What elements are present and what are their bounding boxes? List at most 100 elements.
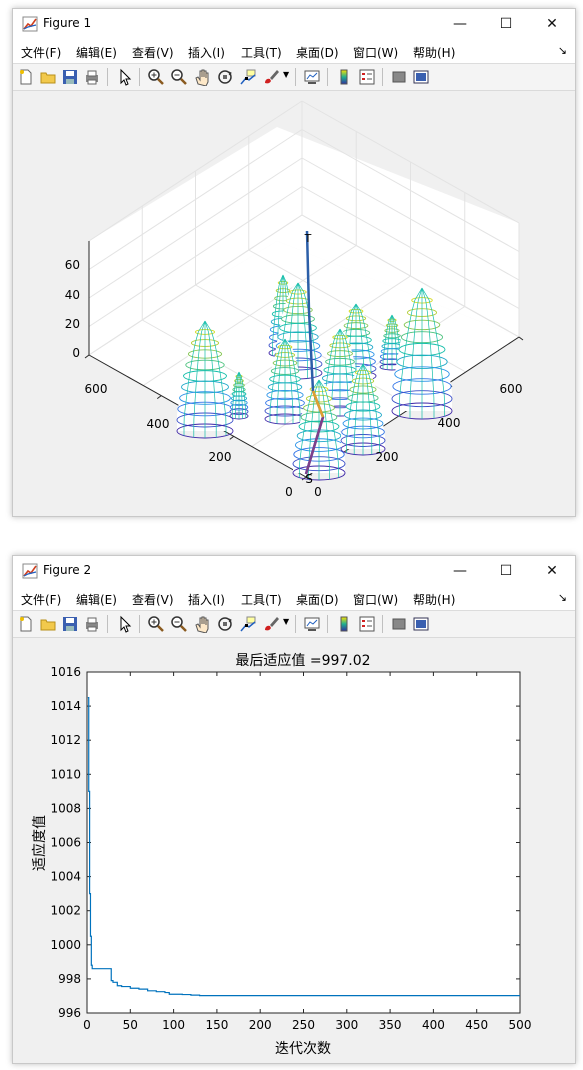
brush-icon[interactable] — [262, 615, 280, 633]
matlab-logo-icon — [22, 16, 38, 32]
menu-view[interactable]: 查看(V) — [132, 44, 174, 61]
close-button[interactable]: ✕ — [529, 9, 575, 39]
y-tick-label: 1010 — [50, 767, 81, 781]
line-chart[interactable]: 最后适应值 =997.02 迭代次数 适应度值 0 50 100 150 200 250 3… — [13, 638, 575, 1063]
toolbar-separator — [295, 615, 296, 633]
zoom-in-icon[interactable] — [147, 615, 165, 633]
open-file-icon[interactable] — [39, 68, 57, 86]
link-plot-icon[interactable] — [303, 68, 321, 86]
title-bar[interactable]: Figure 2 — ☐ ✕ — [13, 556, 575, 586]
hide-plot-tools-icon[interactable] — [390, 615, 408, 633]
toolbar-separator — [107, 68, 108, 86]
x-tick-label: 400 — [147, 417, 170, 431]
minimize-button[interactable]: — — [437, 556, 483, 586]
menu-window[interactable]: 窗口(W) — [353, 591, 398, 608]
x-tick-label: 100 — [162, 1018, 185, 1032]
y-tick-label: 1002 — [50, 904, 81, 918]
menu-bar: 文件(F) 编辑(E) 查看(V) 插入(I) 工具(T) 桌面(D) 窗口(W… — [13, 39, 575, 64]
pan-hand-icon[interactable] — [193, 68, 211, 86]
axis-line — [84, 354, 90, 359]
minimize-button[interactable]: — — [437, 9, 483, 39]
menu-file[interactable]: 文件(F) — [21, 591, 61, 608]
brush-dropdown-icon[interactable]: ▼ — [283, 617, 289, 626]
title-bar[interactable]: Figure 1 — ☐ ✕ — [13, 9, 575, 39]
axes-3d[interactable]: 60 40 20 0 600 400 200 0 0 200 400 600 S… — [13, 91, 575, 516]
menu-tools[interactable]: 工具(T) — [241, 44, 282, 61]
menu-file[interactable]: 文件(F) — [21, 44, 61, 61]
x-tick-label: 150 — [205, 1018, 228, 1032]
zoom-out-icon[interactable] — [170, 615, 188, 633]
y-tick-label: 200 — [376, 450, 399, 464]
print-icon[interactable] — [83, 68, 101, 86]
menu-desktop[interactable]: 桌面(D) — [296, 591, 339, 608]
x-tick-label: 250 — [292, 1018, 315, 1032]
menu-edit[interactable]: 编辑(E) — [76, 591, 117, 608]
figure-2-window: Figure 2 — ☐ ✕ 文件(F) 编辑(E) 查看(V) 插入(I) 工… — [12, 555, 576, 1064]
menu-tools[interactable]: 工具(T) — [241, 591, 282, 608]
z-tick-label: 40 — [65, 288, 80, 302]
x-tick-label: 600 — [85, 382, 108, 396]
select-arrow-icon[interactable] — [116, 615, 134, 633]
rotate-3d-icon[interactable] — [216, 68, 234, 86]
menu-edit[interactable]: 编辑(E) — [76, 44, 117, 61]
open-file-icon[interactable] — [39, 615, 57, 633]
x-tick-label: 200 — [209, 450, 232, 464]
window-title: Figure 2 — [43, 563, 92, 577]
brush-icon[interactable] — [262, 68, 280, 86]
x-tick-label: 200 — [249, 1018, 272, 1032]
menu-insert[interactable]: 插入(I) — [188, 44, 225, 61]
y-tick-label: 0 — [314, 485, 322, 499]
new-figure-icon[interactable] — [17, 68, 35, 86]
x-tick-label: 400 — [422, 1018, 445, 1032]
menu-help[interactable]: 帮助(H) — [413, 591, 455, 608]
link-plot-icon[interactable] — [303, 615, 321, 633]
new-figure-icon[interactable] — [17, 615, 35, 633]
y-axis-label: 适应度值 — [31, 815, 48, 871]
x-tick-label: 0 — [83, 1018, 91, 1032]
toolbar-separator — [295, 68, 296, 86]
legend-icon[interactable] — [358, 68, 376, 86]
toolbar-separator — [327, 615, 328, 633]
menu-desktop[interactable]: 桌面(D) — [296, 44, 339, 61]
maximize-button[interactable]: ☐ — [483, 9, 529, 39]
close-button[interactable]: ✕ — [529, 556, 575, 586]
data-cursor-icon[interactable] — [239, 615, 257, 633]
zoom-out-icon[interactable] — [170, 68, 188, 86]
save-icon[interactable] — [61, 68, 79, 86]
x-tick-label: 50 — [123, 1018, 138, 1032]
toolbar-separator — [382, 68, 383, 86]
figure-canvas: 最后适应值 =997.02 迭代次数 适应度值 0 50 100 150 200 250 3… — [13, 638, 575, 1063]
y-tick-label: 1012 — [50, 733, 81, 747]
menu-view[interactable]: 查看(V) — [132, 591, 174, 608]
colorbar-icon[interactable] — [335, 68, 353, 86]
figure-toolbar: ▼ — [13, 64, 575, 91]
y-tick-label: 998 — [58, 972, 81, 986]
brush-dropdown-icon[interactable]: ▼ — [283, 70, 289, 79]
data-cursor-icon[interactable] — [239, 68, 257, 86]
y-tick-label: 1008 — [50, 801, 81, 815]
menu-expand-icon[interactable]: ↘ — [558, 44, 567, 57]
colorbar-icon[interactable] — [335, 615, 353, 633]
zoom-in-icon[interactable] — [147, 68, 165, 86]
matlab-logo-icon — [22, 563, 38, 579]
menu-insert[interactable]: 插入(I) — [188, 591, 225, 608]
x-tick-label: 500 — [509, 1018, 532, 1032]
rotate-3d-icon[interactable] — [216, 615, 234, 633]
show-plot-tools-icon[interactable] — [412, 68, 430, 86]
menu-window[interactable]: 窗口(W) — [353, 44, 398, 61]
legend-icon[interactable] — [358, 615, 376, 633]
pan-hand-icon[interactable] — [193, 615, 211, 633]
window-title: Figure 1 — [43, 16, 92, 30]
print-icon[interactable] — [83, 615, 101, 633]
x-axis-label: 迭代次数 — [275, 1041, 331, 1057]
menu-help[interactable]: 帮助(H) — [413, 44, 455, 61]
start-label: S — [305, 472, 313, 486]
hide-plot-tools-icon[interactable] — [390, 68, 408, 86]
menu-expand-icon[interactable]: ↘ — [558, 591, 567, 604]
maximize-button[interactable]: ☐ — [483, 556, 529, 586]
y-tick-label: 1006 — [50, 836, 81, 850]
figure-toolbar: ▼ — [13, 611, 575, 638]
show-plot-tools-icon[interactable] — [412, 615, 430, 633]
select-arrow-icon[interactable] — [116, 68, 134, 86]
save-icon[interactable] — [61, 615, 79, 633]
